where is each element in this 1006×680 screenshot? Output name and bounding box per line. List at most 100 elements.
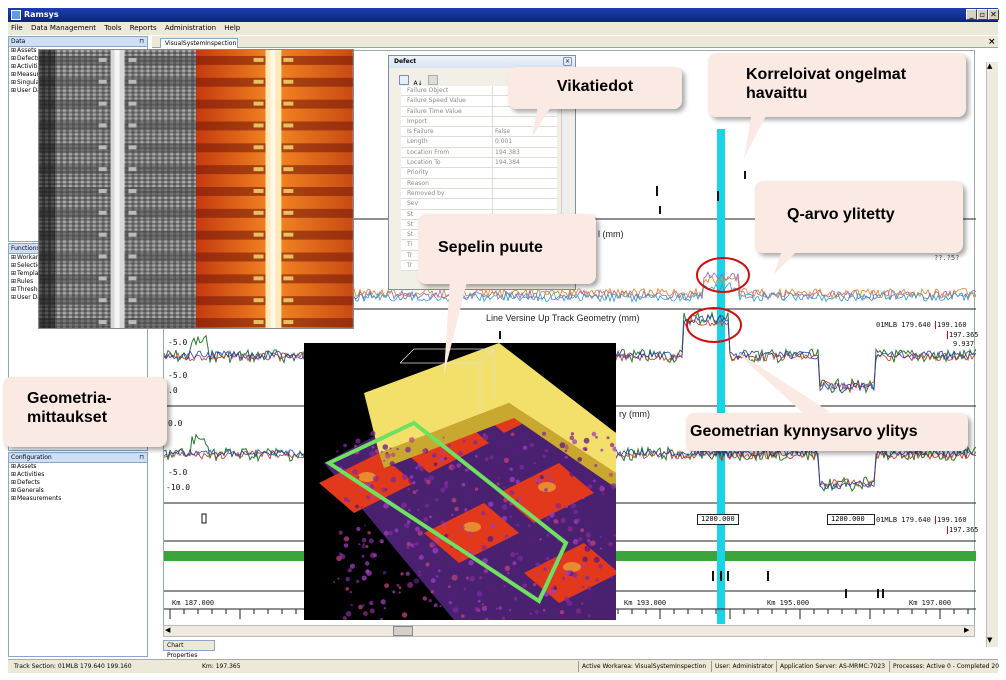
dialog-toolbar: A↓ (399, 72, 439, 87)
tab-visual-system-inspection[interactable]: VisualSystemInspection (160, 38, 238, 48)
value-box-b[interactable]: 1200.000 (827, 514, 875, 525)
tick-label: -5.0 (168, 468, 188, 477)
property-value[interactable] (492, 168, 495, 179)
property-row[interactable]: Removed by (401, 188, 557, 200)
ballast-point-cloud-image (304, 343, 616, 620)
property-value[interactable]: 194.384 (492, 158, 520, 169)
config-item-activities[interactable]: Activities (11, 471, 147, 479)
property-name: Reason (407, 179, 429, 187)
status-processes: Processes: Active 0 - Completed 20 (893, 663, 1000, 670)
value-box-a[interactable]: 1200.000 (697, 514, 739, 525)
scroll-up-icon[interactable]: ▲ (987, 62, 992, 70)
pin-icon[interactable]: ⊓ (139, 37, 144, 47)
property-row[interactable]: Sev (401, 199, 557, 210)
configuration-panel-header: Configuration ⊓ (9, 453, 147, 463)
menu-help[interactable]: Help (221, 22, 243, 35)
tick-label: -5.0 (168, 338, 188, 347)
menu-reports[interactable]: Reports (127, 22, 160, 35)
property-row[interactable]: Location To 194.384 (401, 158, 557, 169)
configuration-panel: Configuration ⊓ Assets Activities Defects… (8, 452, 148, 657)
readout-1-v1: 197.365 (947, 331, 979, 339)
functions-panel-title: Functions (11, 245, 40, 252)
line-versine-label: Line Versine Up Track Geometry (mm) (486, 313, 640, 323)
status-server: Application Server: AS-MRMC:7023 (780, 663, 886, 670)
property-name: Tr (407, 262, 413, 270)
property-value[interactable] (492, 199, 495, 210)
minimize-button[interactable]: _ (966, 9, 977, 20)
tick-label: 0.0 (168, 419, 183, 428)
readout-km-end: 199.160 (935, 516, 967, 524)
horizontal-scroll-thumb[interactable] (393, 626, 413, 636)
property-value[interactable]: 194.383 (492, 147, 520, 158)
property-value[interactable] (492, 86, 495, 96)
readout-km-start: 179.640 (901, 321, 931, 329)
categorized-icon[interactable] (399, 75, 409, 85)
property-name: Length (407, 138, 428, 146)
property-value[interactable] (492, 96, 495, 107)
readout-1-v2: 9.937 (953, 340, 975, 348)
readout-track: 01MLB (876, 321, 898, 329)
property-value[interactable] (492, 188, 495, 199)
vertical-scrollbar[interactable] (986, 62, 998, 647)
property-name: Sev (407, 200, 419, 208)
property-name: Tr (407, 251, 413, 259)
menu-file[interactable]: File (8, 22, 26, 35)
status-track-section: Track Section: 01MLB 179.640 199.160 (14, 663, 132, 670)
property-value[interactable]: False (492, 127, 510, 138)
property-row[interactable]: Priority (401, 168, 557, 179)
horizontal-scrollbar[interactable] (163, 625, 975, 637)
readout-1: 01MLB 179.640 199.160 (876, 321, 967, 329)
app-icon (11, 10, 21, 20)
readout-km-start: 179.640 (901, 516, 931, 524)
property-value[interactable]: 0.001 (492, 137, 512, 148)
property-pages-icon[interactable] (427, 75, 438, 85)
property-row[interactable]: Reason (401, 178, 557, 189)
close-icon[interactable]: × (563, 57, 572, 66)
pin-icon[interactable]: ⊓ (139, 453, 144, 463)
config-item-measurements[interactable]: Measurements (11, 495, 147, 503)
property-name: Removed by (407, 189, 445, 197)
rail-scan-image (38, 49, 354, 329)
lower-plot-label: ry (mm) (619, 409, 650, 419)
property-value[interactable] (492, 178, 495, 189)
callout-pointer (444, 278, 468, 374)
property-name: Is Failure (407, 128, 434, 136)
callout-pointer (532, 105, 552, 137)
status-user: User: Administrator (715, 663, 774, 670)
close-window-button[interactable]: ✕ (988, 9, 999, 20)
menu-data-management[interactable]: Data Management (28, 22, 99, 35)
readout-track: 01MLB (876, 516, 898, 524)
property-name: Failure Speed Value (407, 97, 466, 105)
property-name: Location To (407, 159, 441, 167)
title-bar: Ramsys _ ▫ ✕ (8, 8, 999, 22)
config-item-generals[interactable]: Generals (11, 487, 147, 495)
menu-tools[interactable]: Tools (101, 22, 124, 35)
tab-chart-properties[interactable]: Chart Properties (163, 640, 215, 659)
km-label: Km 195.000 (767, 599, 810, 607)
property-name: St (407, 210, 414, 218)
restore-button[interactable]: ▫ (977, 9, 988, 20)
property-name: Location From (407, 148, 450, 156)
callout-pointer (774, 244, 804, 274)
scroll-right-icon[interactable]: ▶ (964, 626, 969, 634)
property-value[interactable] (492, 116, 495, 127)
menu-administration[interactable]: Administration (162, 22, 219, 35)
close-document-icon[interactable]: × (988, 37, 996, 47)
property-name: Import (407, 117, 427, 125)
status-bar: Track Section: 01MLB 179.640 199.160 Km:… (8, 659, 1000, 673)
configuration-panel-title: Configuration (11, 454, 52, 461)
config-item-assets[interactable]: Assets (11, 463, 147, 471)
data-panel-header: Data ⊓ (9, 37, 147, 47)
readout-2-v1: 197.365 (947, 526, 979, 534)
menu-bar: File Data Management Tools Reports Admin… (8, 22, 998, 35)
tick-label: -10.0 (166, 483, 191, 492)
callout-geometria: Geometria-mittaukset (3, 377, 167, 447)
highlight-bar (717, 129, 725, 624)
scroll-left-icon[interactable]: ◀ (165, 626, 170, 634)
property-value[interactable] (492, 106, 495, 117)
property-row[interactable]: Location From 194.383 (401, 147, 557, 159)
config-item-defects[interactable]: Defects (11, 479, 147, 487)
tick-label: .0 (168, 386, 178, 395)
callout-sepelin-puute: Sepelin puute (418, 214, 596, 284)
scroll-down-icon[interactable]: ▼ (987, 636, 992, 644)
